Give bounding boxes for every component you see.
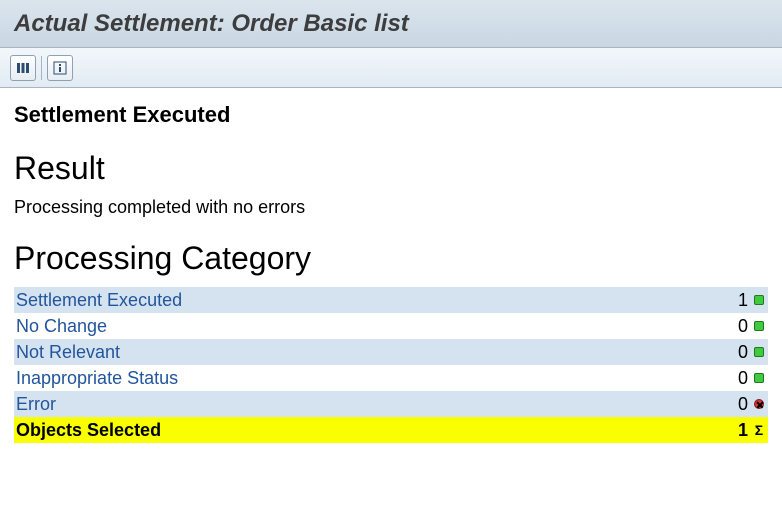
layout-button[interactable] <box>10 55 36 81</box>
status-green-icon <box>750 347 768 357</box>
column-layout-icon <box>16 61 30 75</box>
category-count: 0 <box>716 394 750 415</box>
category-row-not-relevant[interactable]: Not Relevant 0 <box>14 339 768 365</box>
category-count: 0 <box>716 368 750 389</box>
title-bar: Actual Settlement: Order Basic list <box>0 0 782 48</box>
toolbar <box>0 48 782 88</box>
info-button[interactable] <box>47 55 73 81</box>
status-red-icon <box>750 399 768 409</box>
category-label: No Change <box>14 316 716 337</box>
category-label: Inappropriate Status <box>14 368 716 389</box>
content-area: Settlement Executed Result Processing co… <box>0 88 782 443</box>
info-icon <box>53 61 67 75</box>
category-row-no-change[interactable]: No Change 0 <box>14 313 768 339</box>
category-count: 1 <box>716 290 750 311</box>
category-count: 0 <box>716 316 750 337</box>
status-green-icon <box>750 373 768 383</box>
status-green-icon <box>750 321 768 331</box>
total-label: Objects Selected <box>14 420 716 441</box>
category-label: Error <box>14 394 716 415</box>
category-row-inappropriate-status[interactable]: Inappropriate Status 0 <box>14 365 768 391</box>
page-title: Actual Settlement: Order Basic list <box>14 10 409 38</box>
category-row-error[interactable]: Error 0 <box>14 391 768 417</box>
status-green-icon <box>750 295 768 305</box>
category-count: 0 <box>716 342 750 363</box>
category-label: Settlement Executed <box>14 290 716 311</box>
result-heading: Result <box>14 150 768 187</box>
total-count: 1 <box>716 420 750 441</box>
processing-category-heading: Processing Category <box>14 240 768 277</box>
processing-category-table: Settlement Executed 1 No Change 0 Not Re… <box>14 287 768 443</box>
toolbar-divider <box>41 56 42 80</box>
result-message: Processing completed with no errors <box>14 197 768 218</box>
sigma-icon: Σ <box>750 422 768 438</box>
subtitle: Settlement Executed <box>14 102 768 128</box>
category-row-total: Objects Selected 1 Σ <box>14 417 768 443</box>
category-row-settlement-executed[interactable]: Settlement Executed 1 <box>14 287 768 313</box>
category-label: Not Relevant <box>14 342 716 363</box>
